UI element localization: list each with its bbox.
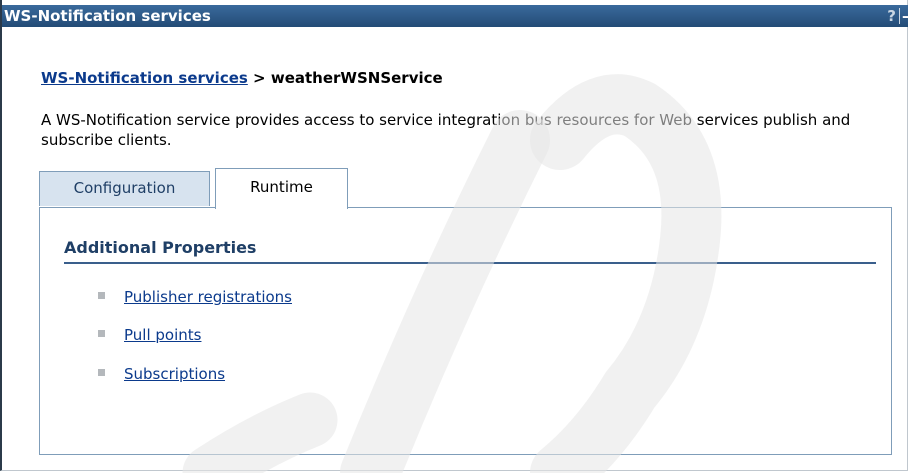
list-item: Pull points [98, 325, 201, 345]
breadcrumb-separator: > [253, 69, 266, 87]
portlet-title: WS-Notification services [4, 7, 211, 25]
list-item: Publisher registrations [98, 287, 292, 307]
portlet-panel: WS-Notification services ? – WS-Notifica… [0, 0, 910, 471]
square-bullet-icon [98, 369, 105, 376]
subscriptions-link[interactable]: Subscriptions [124, 365, 225, 383]
breadcrumb: WS-Notification services > weatherWSNSer… [41, 69, 443, 87]
help-icon[interactable]: ? [887, 5, 896, 27]
breadcrumb-link-ws-notification-services[interactable]: WS-Notification services [41, 69, 248, 87]
section-divider [64, 262, 876, 264]
square-bullet-icon [98, 292, 105, 299]
titlebar-divider [899, 8, 900, 24]
tab-configuration[interactable]: Configuration [39, 171, 210, 206]
minimize-icon[interactable]: – [902, 5, 910, 27]
breadcrumb-current: weatherWSNService [270, 69, 443, 87]
square-bullet-icon [98, 330, 105, 337]
additional-properties-heading: Additional Properties [64, 238, 257, 257]
page-description: A WS-Notification service provides acces… [41, 111, 851, 149]
portlet-titlebar: WS-Notification services ? – [2, 5, 910, 27]
list-item: Subscriptions [98, 364, 225, 384]
pull-points-link[interactable]: Pull points [124, 326, 201, 344]
tab-runtime[interactable]: Runtime [215, 168, 348, 209]
tab-content: Additional Properties Publisher registra… [39, 207, 892, 455]
publisher-registrations-link[interactable]: Publisher registrations [124, 288, 292, 306]
